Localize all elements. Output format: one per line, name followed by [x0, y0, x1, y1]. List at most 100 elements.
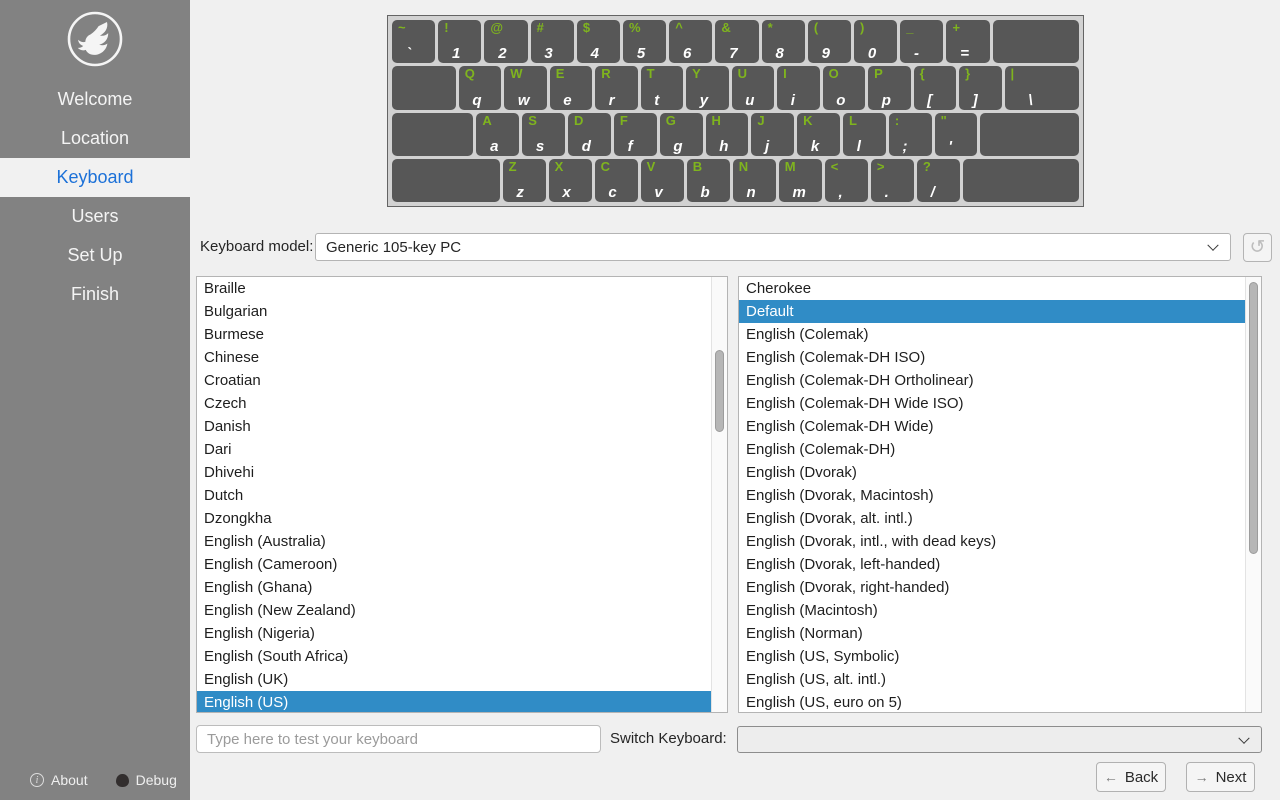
- key-shift-char: O: [829, 66, 839, 81]
- key-shift-char: F: [620, 113, 628, 128]
- variant-option[interactable]: Cherokee: [739, 277, 1245, 300]
- layout-option[interactable]: Burmese: [197, 323, 711, 346]
- keyboard-model-combobox[interactable]: Generic 105-key PC: [315, 233, 1231, 261]
- info-icon: i: [30, 773, 44, 787]
- debug-label: Debug: [136, 772, 177, 788]
- key-apostrophe: "': [935, 113, 978, 156]
- layout-option[interactable]: English (Cameroon): [197, 553, 711, 576]
- layout-option[interactable]: English (South Africa): [197, 645, 711, 668]
- key-s: Ss: [522, 113, 565, 156]
- layout-option[interactable]: English (Nigeria): [197, 622, 711, 645]
- layout-option[interactable]: Dari: [197, 438, 711, 461]
- key-shift-char: |: [1011, 66, 1015, 81]
- variant-option[interactable]: English (Norman): [739, 622, 1245, 645]
- key-shift-char: W: [510, 66, 522, 81]
- variant-option[interactable]: English (Colemak-DH): [739, 438, 1245, 461]
- variant-option[interactable]: English (Dvorak, alt. intl.): [739, 507, 1245, 530]
- key-minus: _-: [900, 20, 943, 63]
- variant-option[interactable]: English (Dvorak, right-handed): [739, 576, 1245, 599]
- layout-option[interactable]: Danish: [197, 415, 711, 438]
- layout-option[interactable]: Czech: [197, 392, 711, 415]
- key-4: $4: [577, 20, 620, 63]
- layout-option[interactable]: Bulgarian: [197, 300, 711, 323]
- variant-option[interactable]: English (US, Symbolic): [739, 645, 1245, 668]
- sidebar: WelcomeLocationKeyboardUsersSet UpFinish…: [0, 0, 190, 800]
- key-shift-char: $: [583, 20, 590, 35]
- layout-option[interactable]: Dutch: [197, 484, 711, 507]
- key-c: Cc: [595, 159, 638, 202]
- key-base-char: \: [1028, 92, 1032, 109]
- sidebar-item-welcome[interactable]: Welcome: [0, 80, 190, 119]
- back-button[interactable]: ← Back: [1096, 762, 1166, 792]
- key-base-char: ': [948, 138, 952, 155]
- key-shift-char: I: [783, 66, 787, 81]
- layout-option[interactable]: English (Australia): [197, 530, 711, 553]
- key-z: Zz: [503, 159, 546, 202]
- key-base-char: j: [765, 138, 769, 155]
- key-shift-char: T: [647, 66, 655, 81]
- layout-option[interactable]: Braille: [197, 277, 711, 300]
- variant-option[interactable]: English (Macintosh): [739, 599, 1245, 622]
- layout-option[interactable]: English (UK): [197, 668, 711, 691]
- key-base-char: 2: [498, 45, 506, 62]
- variant-option[interactable]: English (US, euro on 5): [739, 691, 1245, 712]
- variant-option[interactable]: English (Dvorak, intl., with dead keys): [739, 530, 1245, 553]
- scrollbar-track[interactable]: [711, 277, 727, 712]
- key-base-char: 9: [822, 45, 830, 62]
- sidebar-footer: i About Debug: [0, 760, 190, 800]
- next-button[interactable]: → Next: [1186, 762, 1255, 792]
- layout-option[interactable]: English (Ghana): [197, 576, 711, 599]
- variant-option[interactable]: English (Dvorak): [739, 461, 1245, 484]
- layout-option[interactable]: Dzongkha: [197, 507, 711, 530]
- reset-icon: ↺: [1250, 238, 1266, 257]
- sidebar-item-keyboard[interactable]: Keyboard: [0, 158, 190, 197]
- key-base-char: 7: [729, 45, 737, 62]
- debug-button[interactable]: Debug: [116, 772, 177, 788]
- layout-option[interactable]: Dhivehi: [197, 461, 711, 484]
- key-j: Jj: [751, 113, 794, 156]
- key-base-char: e: [563, 92, 571, 109]
- key-shift-char: ": [941, 113, 947, 128]
- about-button[interactable]: i About: [30, 772, 88, 788]
- variant-option[interactable]: English (Colemak-DH ISO): [739, 346, 1245, 369]
- layout-option[interactable]: Croatian: [197, 369, 711, 392]
- sidebar-item-location[interactable]: Location: [0, 119, 190, 158]
- key-0: )0: [854, 20, 897, 63]
- variant-option[interactable]: English (Colemak-DH Wide ISO): [739, 392, 1245, 415]
- key-shift-char: +: [952, 20, 960, 35]
- backspace-key: [993, 20, 1079, 63]
- sidebar-item-users[interactable]: Users: [0, 197, 190, 236]
- scrollbar-thumb[interactable]: [715, 350, 724, 432]
- variant-option[interactable]: English (Dvorak, Macintosh): [739, 484, 1245, 507]
- key-x: Xx: [549, 159, 592, 202]
- layout-option[interactable]: Chinese: [197, 346, 711, 369]
- layout-option[interactable]: English (US): [197, 691, 711, 712]
- key-shift-char: K: [803, 113, 812, 128]
- variant-option[interactable]: English (Colemak): [739, 323, 1245, 346]
- key-shift-char: Z: [509, 159, 517, 174]
- variant-option[interactable]: Default: [739, 300, 1245, 323]
- variant-option[interactable]: English (Dvorak, left-handed): [739, 553, 1245, 576]
- scrollbar-track[interactable]: [1245, 277, 1261, 712]
- variant-option[interactable]: English (Colemak-DH Ortholinear): [739, 369, 1245, 392]
- key-shift-char: B: [693, 159, 702, 174]
- sidebar-item-set-up[interactable]: Set Up: [0, 236, 190, 275]
- key-e: Ee: [550, 66, 592, 109]
- keyboard-test-input[interactable]: [196, 725, 601, 753]
- key-shift-char: H: [712, 113, 721, 128]
- key-shift-char: E: [556, 66, 565, 81]
- key-5: %5: [623, 20, 666, 63]
- sidebar-item-finish[interactable]: Finish: [0, 275, 190, 314]
- key-v: Vv: [641, 159, 684, 202]
- variant-option[interactable]: English (US, alt. intl.): [739, 668, 1245, 691]
- switch-keyboard-combobox[interactable]: [737, 726, 1262, 753]
- key-base-char: a: [490, 138, 498, 155]
- key-2: @2: [484, 20, 527, 63]
- key-n: Nn: [733, 159, 776, 202]
- layout-option[interactable]: English (New Zealand): [197, 599, 711, 622]
- key-shift-char: ?: [923, 159, 931, 174]
- variant-option[interactable]: English (Colemak-DH Wide): [739, 415, 1245, 438]
- scrollbar-thumb[interactable]: [1249, 282, 1258, 554]
- key-l: Ll: [843, 113, 886, 156]
- restore-default-button[interactable]: ↺: [1243, 233, 1272, 262]
